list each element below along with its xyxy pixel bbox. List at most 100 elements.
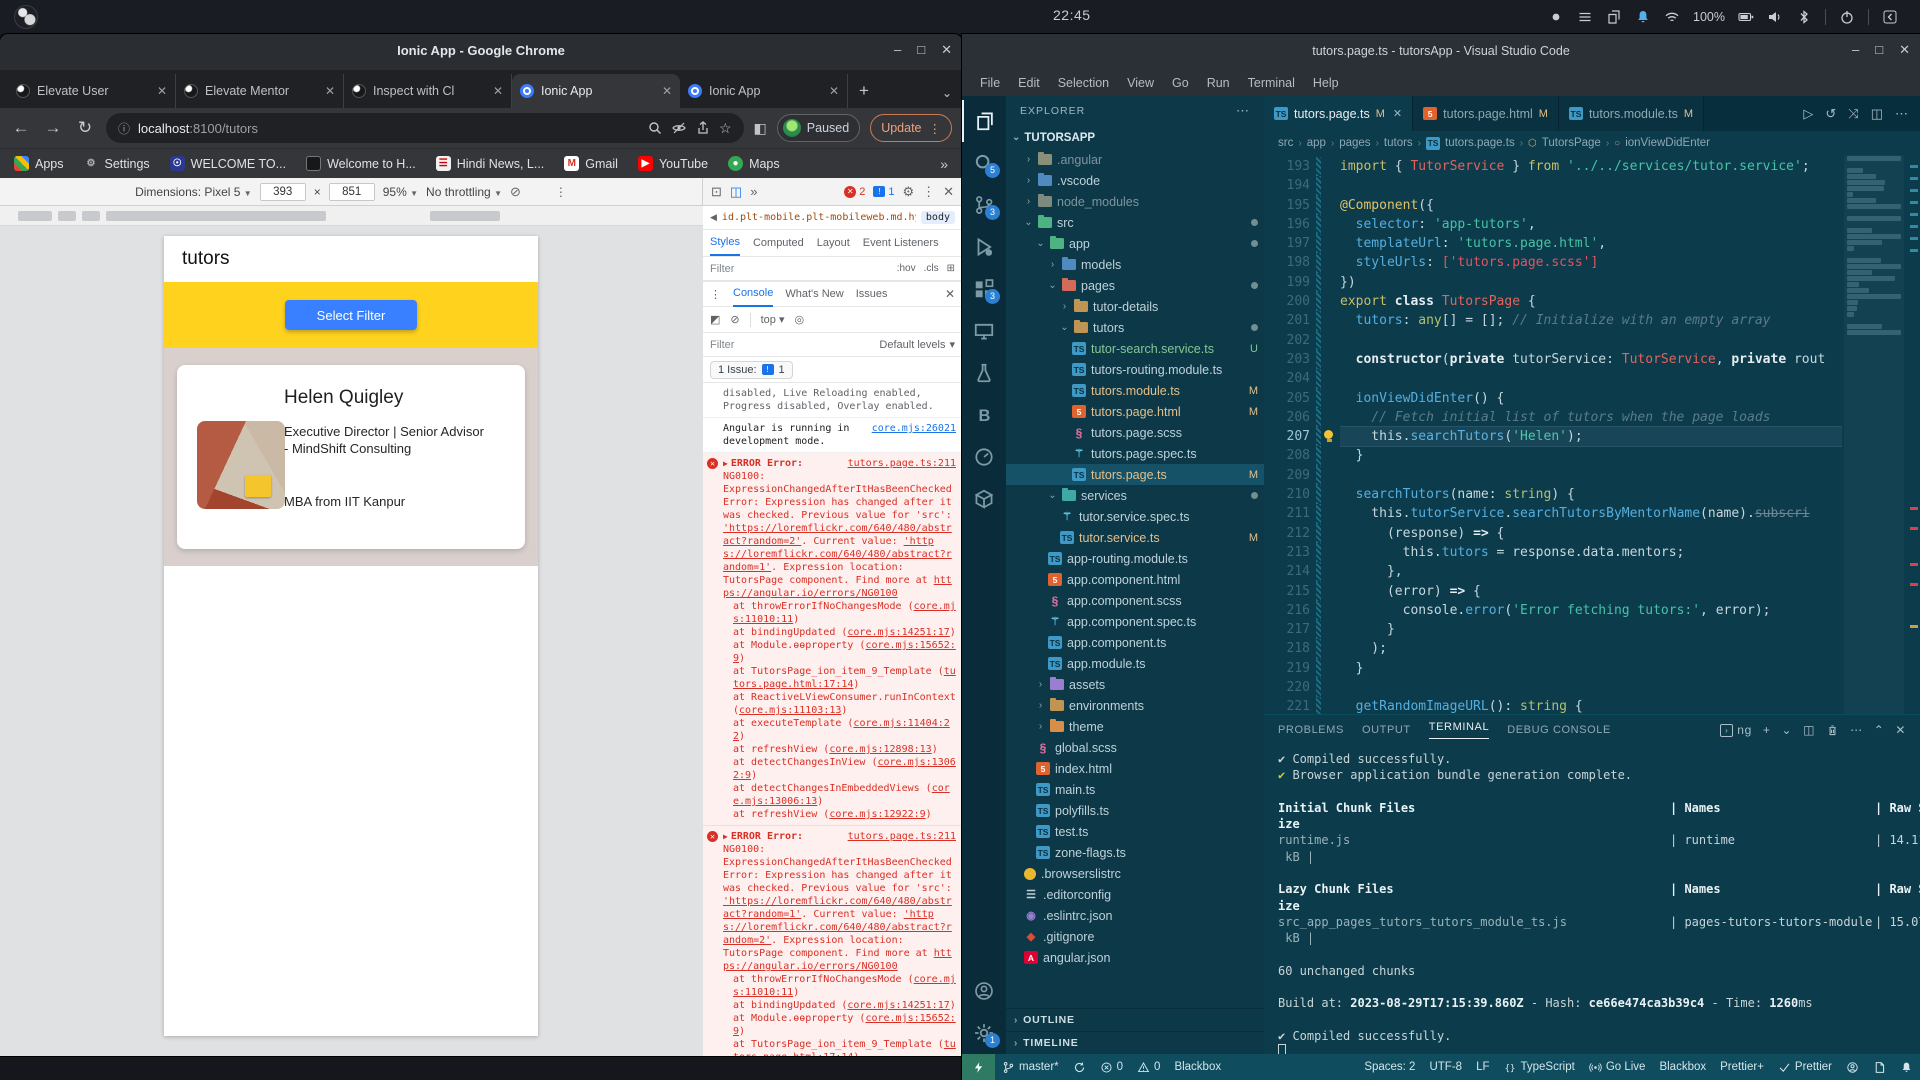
code-line[interactable]: }) (1340, 273, 1842, 292)
height-input[interactable]: 851 (328, 182, 375, 201)
context-select[interactable]: top ▾ (761, 313, 785, 326)
outline-section[interactable]: › OUTLINE (1006, 1008, 1264, 1031)
devtools-tab-event-listeners[interactable]: Event Listeners (863, 231, 939, 255)
split-editor-icon[interactable]: ◫ (1871, 106, 1883, 122)
code-line[interactable] (1340, 369, 1842, 388)
minimize-icon[interactable]: – (1852, 42, 1859, 58)
devtools-settings-icon[interactable]: ⚙ (902, 184, 914, 200)
status-blackbox[interactable]: Blackbox (1652, 1054, 1713, 1080)
activity-monitor[interactable] (962, 310, 1006, 352)
wifi-icon[interactable] (1664, 9, 1680, 25)
minimize-icon[interactable]: – (894, 42, 901, 58)
eye-icon[interactable]: ◎ (795, 313, 805, 326)
cls-toggle[interactable]: .cls (924, 263, 939, 274)
close-panel-icon[interactable]: ✕ (1895, 723, 1906, 737)
console-message[interactable]: disabled, Live Reloading enabled, Progre… (703, 383, 962, 418)
menu-edit[interactable]: Edit (1010, 74, 1048, 92)
zoom-select[interactable]: 95% ▼ (383, 185, 418, 199)
status-check[interactable]: Prettier (1771, 1054, 1839, 1080)
terminal-dropdown-icon[interactable]: ⌄ (1781, 723, 1792, 737)
menu-run[interactable]: Run (1199, 74, 1238, 92)
tree-item[interactable]: TS app-routing.module.ts (1006, 548, 1264, 569)
bookmark-item[interactable]: ☰ Hindi News, L... (435, 156, 544, 171)
tree-item[interactable]: › .angular (1006, 149, 1264, 170)
maximize-icon[interactable]: □ (917, 42, 925, 58)
devtools-tab-computed[interactable]: Computed (753, 231, 804, 255)
status-utf-8[interactable]: UTF-8 (1422, 1054, 1469, 1080)
bookmark-item[interactable]: ▦Apps (14, 156, 64, 171)
power-icon[interactable] (1839, 9, 1855, 25)
more-panels-icon[interactable]: » (750, 184, 757, 199)
element-breadcrumb[interactable]: id.plt-mobile.plt-mobileweb.md.hydrated (722, 212, 916, 223)
device-toolbar-more-icon[interactable]: ⋮ (555, 185, 567, 199)
tab-close-icon[interactable]: ✕ (493, 84, 503, 98)
console-error-message[interactable]: ✕ tutors.page.ts:211 ▶ ERROR Error: NG0100… (703, 826, 962, 1056)
bookmark-star-icon[interactable]: ☆ (719, 120, 732, 137)
system-tray[interactable]: 100% (1548, 0, 1898, 34)
project-root[interactable]: ⌄ TUTORSAPP (1006, 126, 1264, 149)
file-tree[interactable]: › .angular › .vscode › node_modules ⌄ src ⌄ a… (1006, 149, 1264, 1008)
issues-badge[interactable]: ! 1 (873, 186, 894, 198)
code-line[interactable]: console.error('Error fetching tutors:', … (1340, 601, 1842, 620)
tree-item[interactable]: › environments (1006, 695, 1264, 716)
menu-selection[interactable]: Selection (1050, 74, 1117, 92)
tree-item[interactable]: 5 app.component.html (1006, 569, 1264, 590)
activity-bb[interactable]: B (962, 394, 1006, 436)
zoom-icon[interactable] (647, 120, 663, 136)
devtools-tab-styles[interactable]: Styles (710, 230, 740, 256)
tab-search-icon[interactable]: ⌄ (942, 86, 952, 100)
tree-item[interactable]: › tutor-details (1006, 296, 1264, 317)
tree-item[interactable]: TS main.ts (1006, 779, 1264, 800)
status-err[interactable]: 0 (1093, 1054, 1130, 1080)
bookmark-item[interactable]: ● Maps (728, 156, 780, 171)
panel-more-icon[interactable]: ⋯ (1850, 723, 1863, 737)
speaker-icon[interactable] (1767, 9, 1783, 25)
breadcrumb-item[interactable]: src (1278, 137, 1293, 149)
console-error-message[interactable]: ✕ tutors.page.ts:211 ▶ ERROR Error: NG0100… (703, 453, 962, 826)
tree-item[interactable]: § tutors.page.scss (1006, 422, 1264, 443)
breadcrumb-item[interactable]: app (1307, 137, 1326, 149)
tree-item[interactable]: TS test.ts (1006, 821, 1264, 842)
tree-item[interactable]: › theme (1006, 716, 1264, 737)
drawer-close-icon[interactable]: ✕ (945, 287, 955, 301)
split-terminal-icon[interactable]: ◫ (1803, 723, 1815, 737)
activity-search[interactable]: 5 (962, 142, 1006, 184)
browser-tab[interactable]: Elevate User ✕ (8, 74, 176, 108)
code-line[interactable] (1340, 176, 1842, 195)
bookmark-item[interactable]: M Gmail (564, 156, 618, 171)
activity-files[interactable] (962, 100, 1006, 142)
editor-tab[interactable]: 5 tutors.page.html M (1413, 96, 1559, 131)
bookmark-item[interactable]: Welcome to H... (306, 156, 416, 171)
code-line[interactable]: (response) => { (1340, 524, 1842, 543)
panel-tab-output[interactable]: OUTPUT (1362, 724, 1411, 736)
rotate-icon[interactable]: ⊘ (510, 184, 521, 200)
menu-terminal[interactable]: Terminal (1240, 74, 1303, 92)
site-info-icon[interactable]: ⓘ (118, 120, 130, 137)
breadcrumb[interactable]: src › app › pages › tutors › TS tutors.page.ts › ⬡ T… (1264, 131, 1920, 155)
tree-item[interactable]: ⚚ tutors.page.spec.ts (1006, 443, 1264, 464)
status-prettier-[interactable]: Prettier+ (1713, 1054, 1771, 1080)
code-line[interactable]: searchTutors(name: string) { (1340, 485, 1842, 504)
devtools-close-icon[interactable]: ✕ (943, 184, 954, 200)
bookmarks-overflow-icon[interactable]: » (940, 156, 948, 172)
code-line[interactable]: ); (1340, 639, 1842, 658)
console-error-badge[interactable]: ✕ 2 (844, 185, 865, 198)
menu-icon[interactable] (1577, 9, 1593, 25)
hov-toggle[interactable]: :hov (897, 263, 916, 274)
panel-tab-problems[interactable]: PROBLEMS (1278, 724, 1344, 736)
width-input[interactable]: 393 (259, 182, 306, 201)
source-link[interactable]: tutors.page.ts:211 (848, 830, 956, 843)
code-line[interactable]: } (1340, 620, 1842, 639)
tree-item[interactable]: 5 index.html (1006, 758, 1264, 779)
tree-item[interactable]: TS tutor-search.service.ts U (1006, 338, 1264, 359)
tree-item[interactable]: § global.scss (1006, 737, 1264, 758)
breadcrumb-item[interactable]: tutors.page.ts (1445, 137, 1515, 149)
chrome-menu-icon[interactable]: ⋮ (929, 121, 942, 136)
tree-item[interactable]: TS polyfills.ts (1006, 800, 1264, 821)
code-line[interactable]: tutors: any[] = []; // Initialize with a… (1340, 311, 1842, 330)
profile-paused-chip[interactable]: Paused (776, 114, 861, 142)
tab-close-icon[interactable]: ✕ (1393, 107, 1402, 120)
code-editor[interactable]: 193 194 195 196 197 198 199 200 201 202 203 204 205 2… (1264, 155, 1920, 714)
trayarr-icon[interactable] (1882, 9, 1898, 25)
status-spaces-2[interactable]: Spaces: 2 (1357, 1054, 1422, 1080)
